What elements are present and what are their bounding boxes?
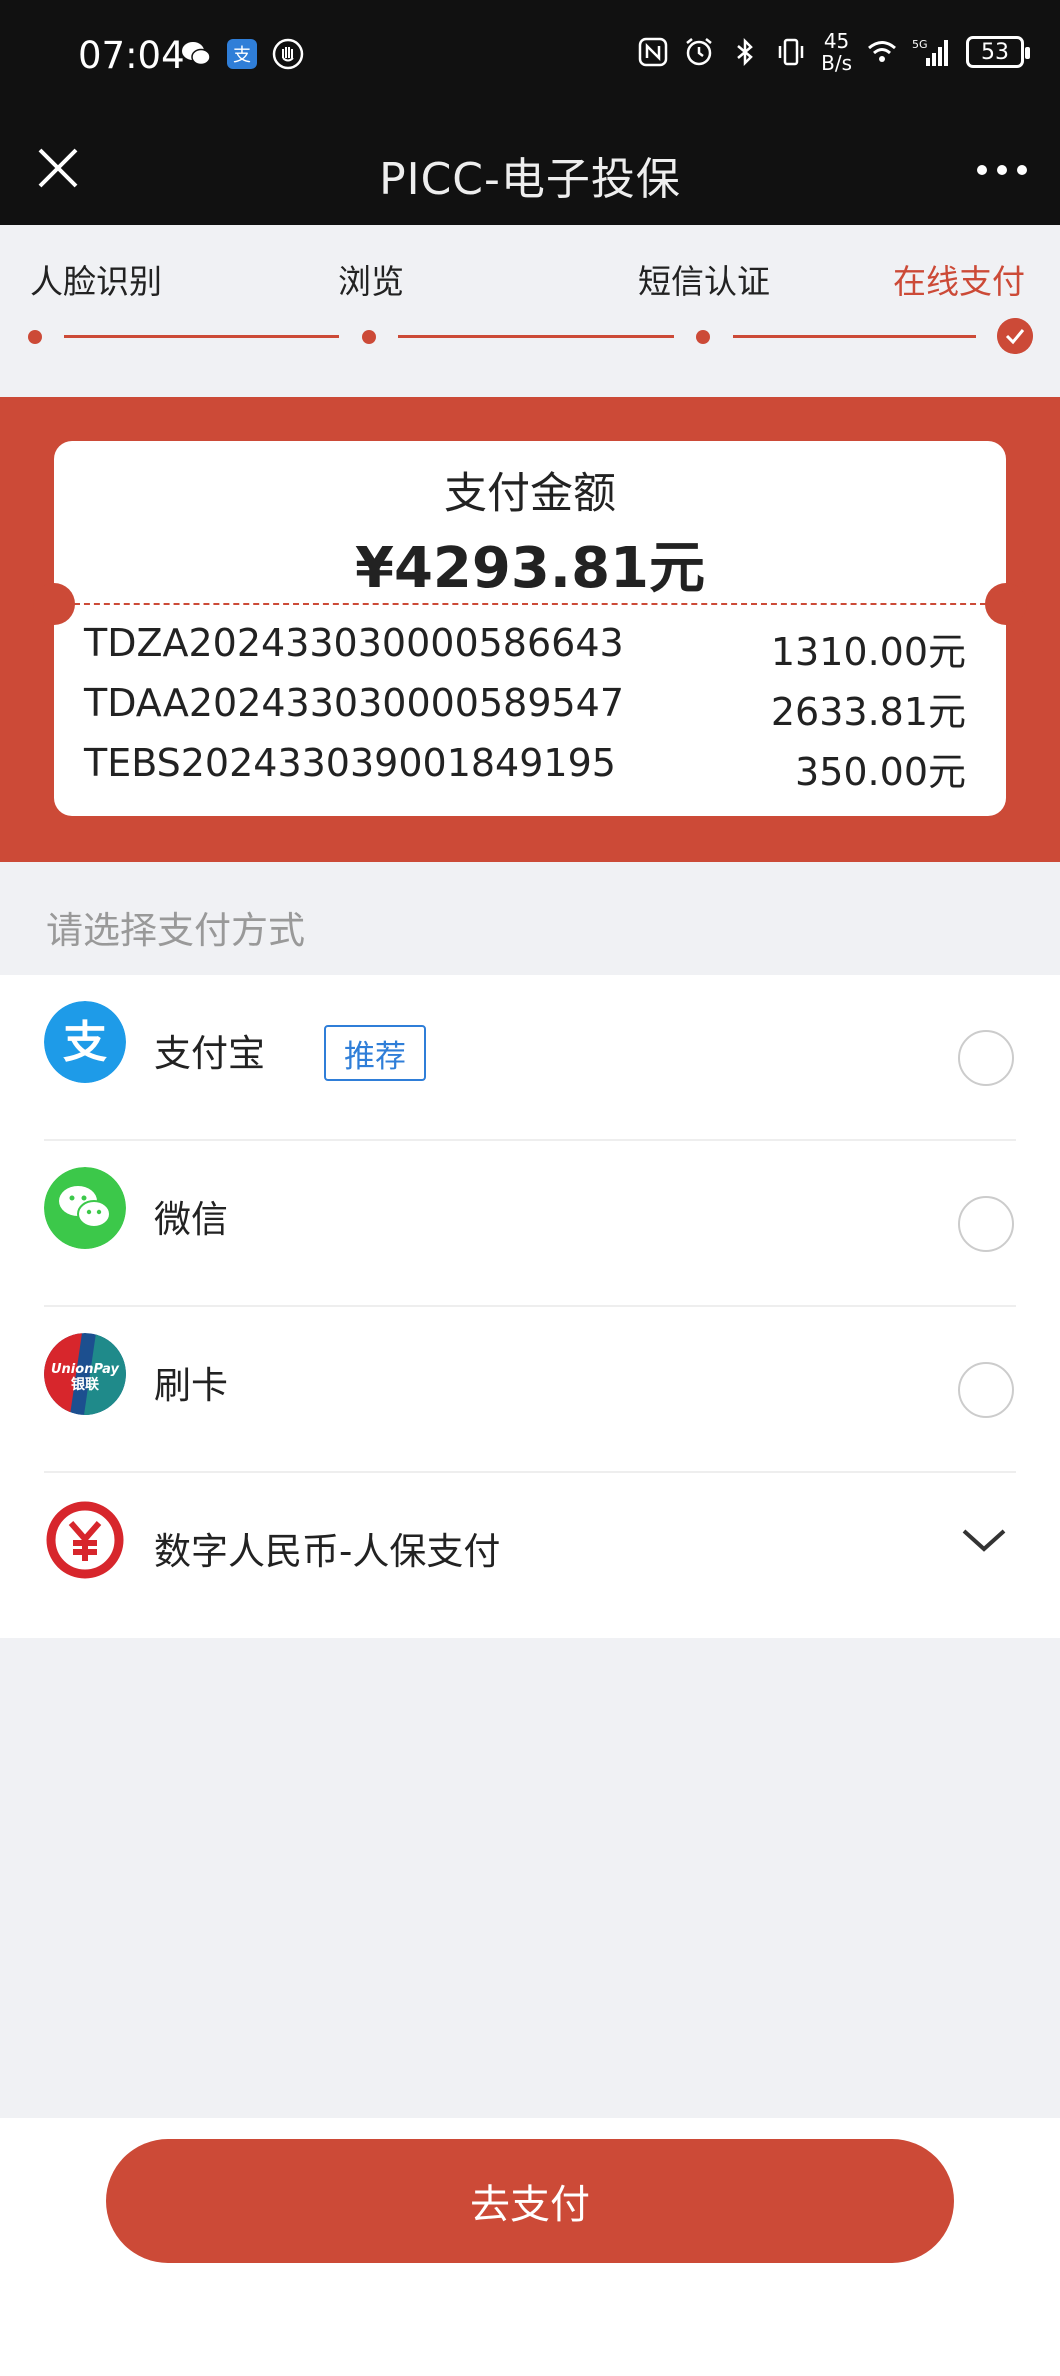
step-line-3 xyxy=(733,335,976,338)
svg-text:UnionPay: UnionPay xyxy=(51,1362,120,1377)
alipay-radio[interactable] xyxy=(958,1030,1014,1086)
ticket-divider xyxy=(74,603,986,605)
vibrate-icon xyxy=(775,36,807,68)
policy-row: TDZA202433030000586643 1310.00元 xyxy=(84,621,966,671)
policy-number: TDZA202433030000586643 xyxy=(84,621,624,665)
payment-method-name: 微信 xyxy=(154,1189,228,1243)
unionpay-icon: UnionPay 银联 xyxy=(44,1333,126,1415)
progress-steps: 人脸识别 浏览 短信认证 在线支付 xyxy=(0,225,1060,397)
pay-button[interactable]: 去支付 xyxy=(106,2139,954,2263)
wechat-icon xyxy=(44,1167,126,1249)
net-speed-value: 45 xyxy=(821,30,852,52)
svg-text:5G: 5G xyxy=(912,38,928,51)
nfc-icon xyxy=(637,36,669,68)
status-bar: 07:04 支 45 B/s 5G 53 xyxy=(0,0,1060,115)
svg-text:支: 支 xyxy=(63,1017,107,1068)
policy-row: TDAA202433030000589547 2633.81元 xyxy=(84,681,966,731)
alipay-notification-icon: 支 xyxy=(226,38,258,70)
policy-row: TEBS202433039001849195 350.00元 xyxy=(84,741,966,791)
payment-amount-value: ¥4293.81元 xyxy=(54,523,1006,604)
payment-summary-section: 支付金额 ¥4293.81元 TDZA202433030000586643 13… xyxy=(0,397,1060,862)
step-online-payment: 在线支付 xyxy=(893,255,1025,303)
payment-method-name: 数字人民币-人保支付 xyxy=(154,1521,500,1575)
wifi-icon xyxy=(866,36,898,68)
payment-method-name: 支付宝 xyxy=(154,1023,265,1077)
step-line-2 xyxy=(398,335,674,338)
payment-amount-label: 支付金额 xyxy=(54,459,1006,521)
signal-5g-icon: 5G xyxy=(912,36,952,68)
recommended-badge: 推荐 xyxy=(324,1025,426,1081)
alarm-icon xyxy=(683,36,715,68)
step-line-1 xyxy=(64,335,339,338)
payment-method-digital-rmb[interactable]: 数字人民币-人保支付 xyxy=(0,1473,1060,1639)
net-speed-unit: B/s xyxy=(821,52,852,74)
ticket-notch-right xyxy=(985,583,1027,625)
step-dot-1 xyxy=(28,330,42,344)
policy-amount: 2633.81元 xyxy=(771,681,966,736)
payment-method-name: 刷卡 xyxy=(154,1355,228,1409)
step-browse: 浏览 xyxy=(338,255,404,303)
payment-method-alipay[interactable]: 支 支付宝 推荐 xyxy=(0,975,1060,1141)
payment-method-list: 支 支付宝 推荐 微信 UnionPay 银联 刷卡 数字人民币-人保支付 xyxy=(0,975,1060,1638)
payment-method-wechat[interactable]: 微信 xyxy=(0,1141,1060,1307)
alipay-icon: 支 xyxy=(44,1001,126,1083)
svg-text:银联: 银联 xyxy=(71,1376,100,1393)
hand-notification-icon xyxy=(272,38,304,70)
select-payment-title: 请选择支付方式 xyxy=(46,900,305,954)
step-sms-verification: 短信认证 xyxy=(638,255,770,303)
step-dot-2 xyxy=(362,330,376,344)
bluetooth-icon xyxy=(729,36,761,68)
digital-rmb-icon xyxy=(44,1499,126,1581)
chevron-down-icon[interactable] xyxy=(958,1515,1010,1567)
card-radio[interactable] xyxy=(958,1362,1014,1418)
ticket-notch-left xyxy=(33,583,75,625)
bottom-bar: 去支付 xyxy=(0,2118,1060,2376)
more-options-icon[interactable] xyxy=(972,145,1032,195)
policy-amount: 350.00元 xyxy=(795,741,966,796)
page-title: PICC-电子投保 xyxy=(0,143,1060,207)
step-dot-3 xyxy=(696,330,710,344)
policy-number: TDAA202433030000589547 xyxy=(84,681,624,725)
wechat-notification-icon xyxy=(180,38,212,70)
wechat-radio[interactable] xyxy=(958,1196,1014,1252)
nav-bar: PICC-电子投保 xyxy=(0,115,1060,225)
policy-amount: 1310.00元 xyxy=(771,621,966,676)
step-face-recognition: 人脸识别 xyxy=(30,255,162,303)
svg-text:支: 支 xyxy=(233,45,251,66)
step-complete-check-icon xyxy=(997,318,1033,354)
payment-method-card[interactable]: UnionPay 银联 刷卡 xyxy=(0,1307,1060,1473)
policy-number: TEBS202433039001849195 xyxy=(84,741,616,785)
battery-indicator: 53 xyxy=(966,36,1024,68)
status-time: 07:04 xyxy=(78,34,185,77)
net-speed: 45 B/s xyxy=(821,30,852,74)
payment-ticket: 支付金额 ¥4293.81元 TDZA202433030000586643 13… xyxy=(54,441,1006,816)
